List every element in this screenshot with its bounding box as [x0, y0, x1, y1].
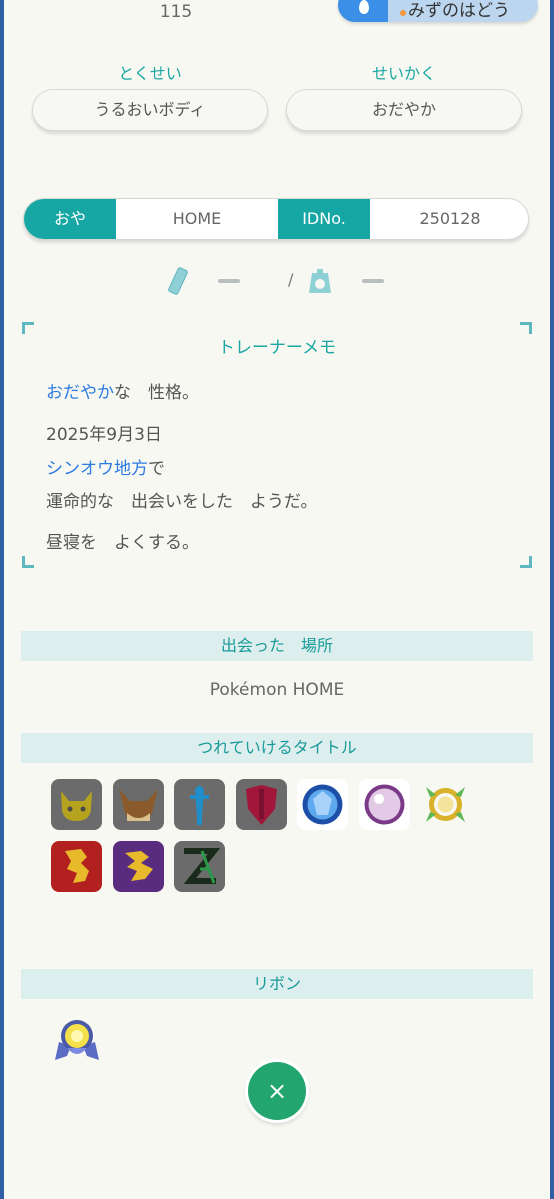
titles-header: つれていけるタイトル: [21, 733, 533, 763]
height-ruler-icon: [168, 267, 188, 295]
memo-corner-tr: [520, 322, 532, 334]
met-location-header: 出会った 場所: [21, 631, 533, 661]
koraidon-mark-icon[interactable]: [51, 841, 102, 892]
memo-region-line: シンオウ地方で: [46, 454, 165, 479]
memo-nature-line: おだやかな 性格。: [46, 378, 199, 403]
weight-value: [362, 279, 384, 283]
memo-corner-tl: [22, 322, 34, 334]
miraidon-mark-icon[interactable]: [113, 841, 164, 892]
ability-label: とくせい: [118, 64, 182, 83]
stat-value: 115: [159, 2, 193, 22]
weight-scale-icon: [309, 269, 331, 293]
diamond-gem-icon[interactable]: [297, 779, 348, 830]
size-separator: /: [288, 270, 294, 289]
sword-mark-icon[interactable]: [174, 779, 225, 830]
ability-value[interactable]: うるおいボディ: [32, 89, 268, 131]
id-value: 250128: [419, 209, 481, 228]
ot-label: おや: [24, 199, 116, 239]
water-drop-icon: [338, 0, 388, 22]
ribbon-badge-icon[interactable]: [51, 1016, 103, 1068]
nature-value[interactable]: おだやか: [286, 89, 522, 131]
pikachu-mark-icon[interactable]: [51, 779, 102, 830]
legends-arceus-mark-icon[interactable]: [420, 779, 471, 830]
id-label: IDNo.: [278, 199, 370, 239]
met-location-value: Pokémon HOME: [209, 680, 345, 700]
move-name: みずのはどう: [408, 1, 510, 21]
move-button[interactable]: みずのはどう: [338, 0, 538, 22]
memo-region-rest: で: [148, 459, 165, 479]
memo-corner-bl: [22, 556, 34, 568]
close-button[interactable]: ×: [248, 1062, 306, 1120]
memo-region-word: シンオウ地方: [46, 459, 148, 479]
memo-nature-rest: な 性格。: [114, 383, 199, 403]
memo-nature-word: おだやか: [46, 383, 114, 403]
shield-mark-icon[interactable]: [236, 779, 287, 830]
ot-value: HOME: [172, 209, 222, 228]
memo-trait-line: 昼寝を よくする。: [46, 533, 199, 553]
pokemon-summary-page: 115 みずのはどう とくせい せいかく うるおいボディ おだやか おや HOM…: [4, 0, 550, 1199]
pearl-gem-icon[interactable]: [359, 779, 410, 830]
owner-id-bar: おや HOME IDNo. 250128: [23, 198, 529, 240]
height-value: [218, 279, 240, 283]
eevee-mark-icon[interactable]: [113, 779, 164, 830]
memo-corner-br: [520, 556, 532, 568]
move-dot-icon: [400, 10, 406, 16]
ribbons-header: リボン: [21, 969, 533, 999]
memo-date: 2025年9月3日: [46, 425, 162, 445]
nature-label: せいかく: [371, 64, 436, 83]
trainer-memo-title: トレーナーメモ: [217, 338, 337, 358]
memo-meet-line: 運命的な 出会いをした ようだ。: [46, 492, 318, 512]
z-a-mark-icon[interactable]: [174, 841, 225, 892]
